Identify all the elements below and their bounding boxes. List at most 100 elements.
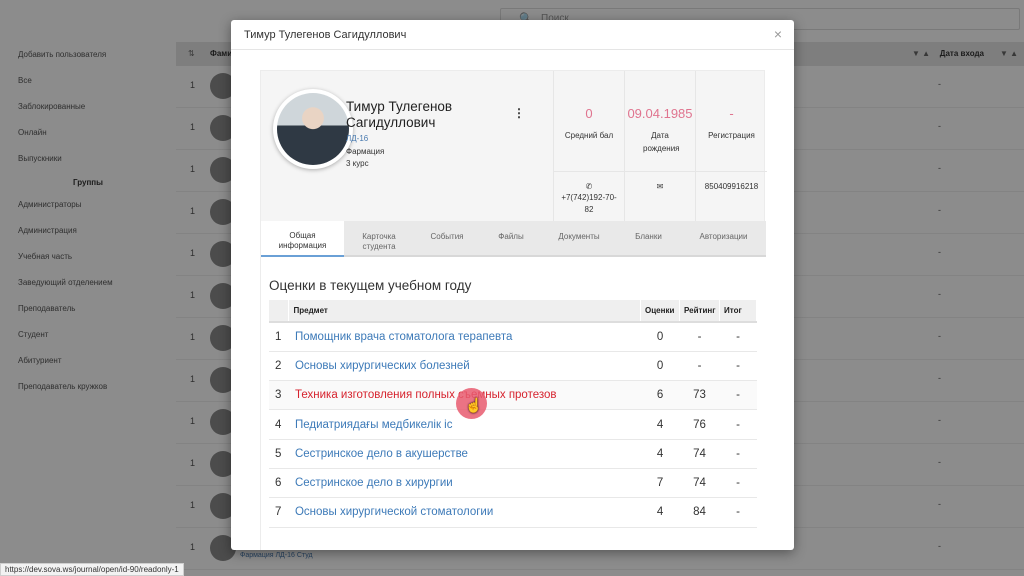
close-icon[interactable]: × — [774, 26, 782, 42]
total-value-cell: - — [719, 351, 757, 382]
status-bar-url: https://dev.sova.ws/journal/open/id-90/r… — [0, 563, 184, 576]
total-value: - — [736, 506, 740, 519]
student-card: Тимур Тулегенов Сагидуллович ЛД-16 Фарма… — [260, 70, 767, 550]
row-number-cell: 3 — [269, 380, 289, 411]
tab-files[interactable]: Файлы — [480, 221, 542, 257]
hand-cursor-icon: ☝ — [465, 397, 483, 413]
subject-link-cell: Сестринское дело в хирургии — [288, 468, 641, 499]
row-number-cell: 6 — [269, 468, 289, 499]
rating-value-cell: 73 — [679, 380, 720, 411]
tab-events[interactable]: События — [414, 221, 480, 257]
total-value: - — [736, 389, 740, 402]
subject-link[interactable]: Педиатриядағы медбикелік іс — [295, 419, 453, 431]
grade-value: 0 — [656, 330, 664, 343]
tab-general-info[interactable]: Общая информация — [261, 221, 344, 257]
stat-average-grade: 0 Средний бал — [554, 71, 625, 171]
grade-value: 7 — [656, 477, 664, 490]
tab-label: Файлы — [498, 232, 524, 241]
tab-label: События — [430, 232, 464, 241]
stat-label: Дата рождения — [643, 131, 680, 153]
stat-label: Регистрация — [708, 131, 755, 140]
rating-value: 76 — [693, 418, 706, 431]
rating-value-cell: 84 — [679, 497, 720, 528]
subject-link[interactable]: Основы хирургической стоматологии — [295, 506, 493, 518]
general-info-panel: Оценки в текущем учебном году Предмет Оц… — [261, 257, 766, 550]
course: 3 курс — [346, 159, 369, 168]
subject-link[interactable]: Основы хирургических болезней — [295, 360, 470, 372]
tab-label: Бланки — [635, 232, 662, 241]
total-value-cell: - — [719, 439, 757, 469]
tab-authorizations[interactable]: Авторизации — [681, 221, 766, 257]
phone-number[interactable]: +7(742)192-70-82 — [554, 192, 624, 216]
rating-value: - — [697, 330, 702, 343]
grade-value-cell: 0 — [640, 351, 680, 382]
stats-panel: 0 Средний бал 09.04.1985 Дата рождения -… — [553, 71, 767, 221]
rating-value: 73 — [693, 389, 706, 402]
student-name: Тимур Тулегенов Сагидуллович — [346, 99, 453, 130]
total-value-cell: - — [719, 497, 757, 528]
subject-link-cell: Помощник врача стоматолога терапевта — [288, 322, 641, 352]
grade-value: 0 — [656, 359, 664, 372]
row-number-cell: 4 — [269, 409, 289, 440]
tab-label: Документы — [558, 232, 600, 241]
column-rating-header: Рейтинг — [679, 300, 720, 323]
row-number: 6 — [275, 477, 282, 490]
rating-value-cell: 74 — [679, 439, 720, 469]
row-number-cell: 1 — [269, 322, 289, 352]
total-value-cell: - — [719, 409, 757, 440]
grades-table-header: Предмет Оценки Рейтинг Итог — [269, 300, 757, 323]
tab-label: Авторизации — [699, 232, 748, 241]
total-value: - — [736, 477, 740, 490]
grade-value-cell: 4 — [640, 439, 680, 469]
subject-link-cell: Основы хирургической стоматологии — [288, 497, 641, 528]
envelope-icon[interactable]: ✉ — [625, 182, 695, 191]
subject-link[interactable]: Помощник врача стоматолога терапевта — [295, 331, 512, 343]
subject-link[interactable]: Сестринское дело в акушерстве — [295, 448, 468, 460]
total-value: - — [736, 447, 740, 460]
student-modal: Тимур Тулегенов Сагидуллович × Тимур Тул… — [231, 20, 794, 550]
tab-documents[interactable]: Документы — [542, 221, 616, 257]
section-title: Оценки в текущем учебном году — [269, 278, 472, 293]
specialty: Фармация — [346, 147, 385, 156]
tab-student-card[interactable]: Карточка студента — [344, 221, 414, 257]
grade-value: 4 — [656, 447, 664, 460]
row-number-cell: 2 — [269, 351, 289, 382]
rating-value: 74 — [693, 447, 706, 460]
grade-row: 5 Сестринское дело в акушерстве 4 74 - — [269, 439, 757, 469]
grade-row: 7 Основы хирургической стоматологии 4 84 - — [269, 497, 757, 528]
tab-bar: Общая информация Карточка студента Событ… — [261, 221, 766, 257]
grade-row: 6 Сестринское дело в хирургии 7 74 - — [269, 468, 757, 499]
stat-value: - — [729, 106, 734, 121]
stat-label: Средний бал — [564, 131, 614, 140]
profile-summary: Тимур Тулегенов Сагидуллович ЛД-16 Фарма… — [261, 71, 553, 221]
total-value: - — [736, 330, 740, 343]
grade-row: 1 Помощник врача стоматолога терапевта 0 - - — [269, 322, 757, 352]
grade-row: 3 Техника изготовления полных съемных про… — [269, 380, 757, 411]
tab-label: Карточка студента — [362, 232, 396, 251]
group-link[interactable]: ЛД-16 — [346, 134, 368, 143]
tab-label: Общая информация — [278, 231, 327, 250]
subject-link[interactable]: Сестринское дело в хирургии — [295, 477, 453, 489]
rating-value: - — [697, 359, 702, 372]
total-value-cell: - — [719, 322, 757, 352]
avatar-photo — [277, 93, 349, 165]
row-number: 5 — [275, 447, 282, 460]
subject-link[interactable]: Техника изготовления полных съемных прот… — [295, 389, 557, 401]
subject-link-cell: Основы хирургических болезней — [288, 351, 641, 382]
grade-row: 2 Основы хирургических болезней 0 - - — [269, 351, 757, 382]
grade-value-cell: 0 — [640, 322, 680, 352]
rating-value-cell: - — [679, 322, 720, 352]
more-options-icon[interactable]: ⋮ — [513, 106, 525, 120]
tab-forms[interactable]: Бланки — [616, 221, 681, 257]
total-value: - — [736, 418, 740, 431]
rating-value: 84 — [693, 506, 706, 519]
row-number: 7 — [275, 506, 282, 519]
grade-value-cell: 6 — [640, 380, 680, 411]
total-value-cell: - — [719, 468, 757, 499]
contact-iin: 850409916218 — [696, 171, 767, 221]
modal-header: Тимур Тулегенов Сагидуллович × — [231, 20, 794, 50]
total-value-cell: - — [719, 380, 757, 411]
grade-value-cell: 4 — [640, 497, 680, 528]
grade-value: 6 — [656, 389, 664, 402]
row-number: 2 — [275, 359, 282, 372]
